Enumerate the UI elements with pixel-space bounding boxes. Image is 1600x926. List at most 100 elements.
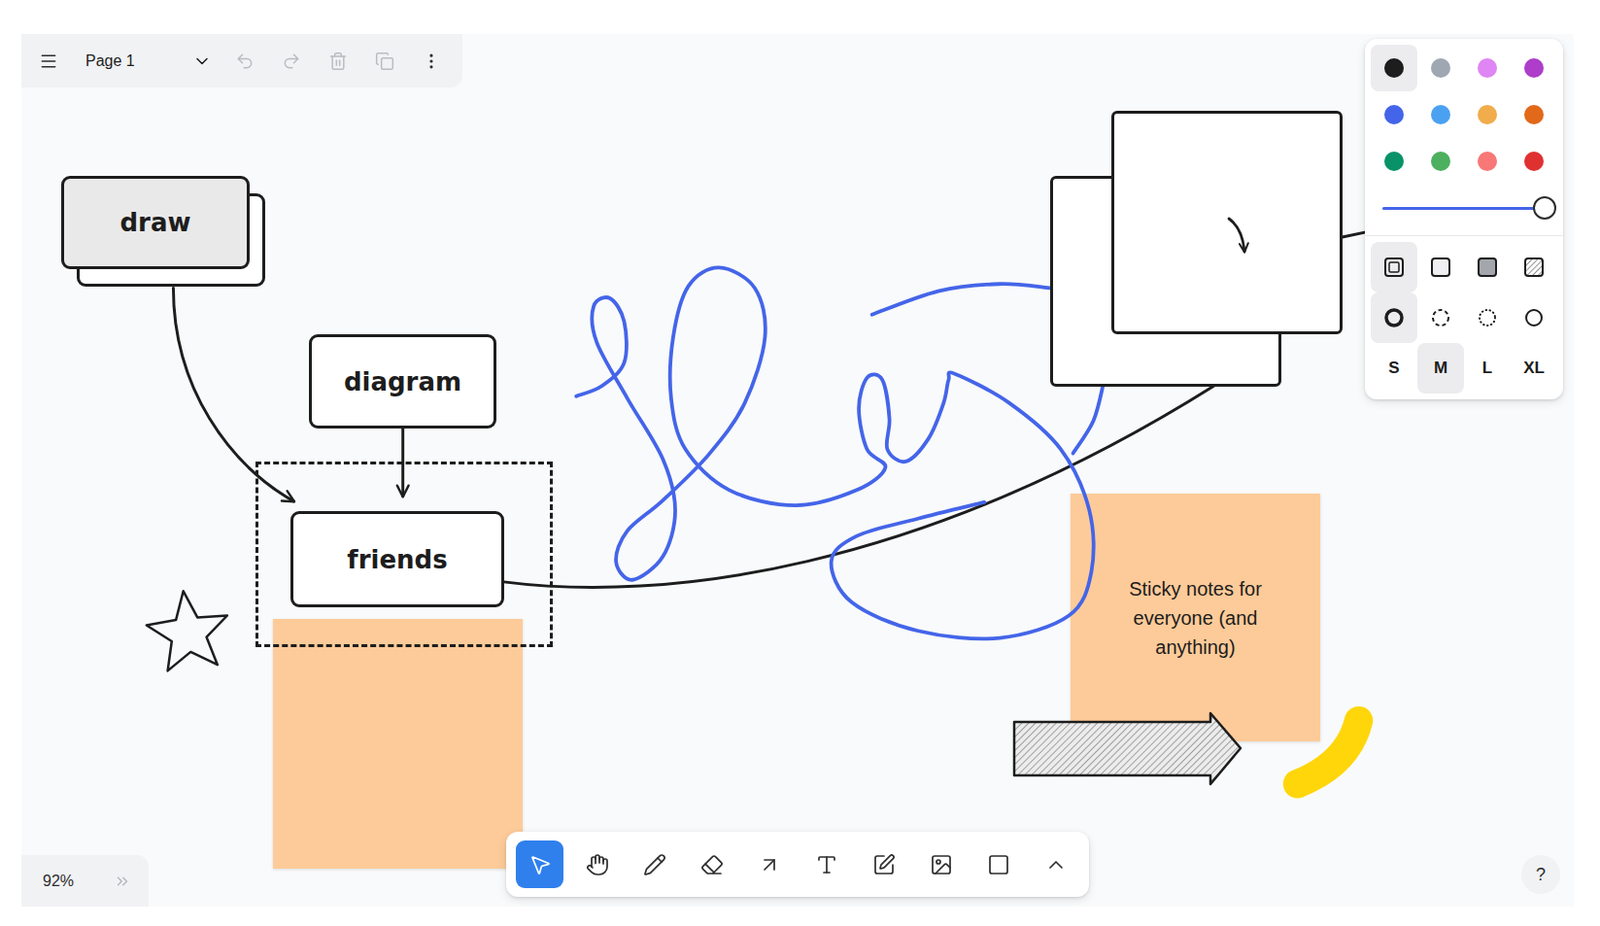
fill-pattern-icon bbox=[1523, 256, 1545, 278]
sticky-note[interactable] bbox=[272, 618, 523, 869]
menu-panel: Page 1 bbox=[21, 34, 463, 88]
color-dot bbox=[1384, 151, 1404, 171]
freehand-stroke[interactable] bbox=[576, 267, 1094, 639]
rectangle-tool-button[interactable] bbox=[974, 840, 1022, 888]
app: Sticky notes for everyone (and anything)… bbox=[0, 0, 1600, 926]
color-dot bbox=[1430, 151, 1451, 171]
dash-draw-icon bbox=[1383, 306, 1405, 329]
eraser-icon bbox=[700, 852, 724, 877]
size-option[interactable]: S bbox=[1370, 342, 1418, 394]
fill-option[interactable] bbox=[1510, 241, 1558, 293]
color-grid bbox=[1370, 44, 1558, 185]
freehand-stroke[interactable] bbox=[872, 283, 1052, 315]
dash-solid-icon bbox=[1523, 306, 1545, 329]
size-label: XL bbox=[1523, 358, 1545, 378]
size-option[interactable]: M bbox=[1417, 342, 1464, 394]
star-shape[interactable] bbox=[145, 584, 232, 679]
draw-tool-button[interactable] bbox=[630, 840, 679, 888]
color-dot bbox=[1477, 104, 1498, 125]
fill-option[interactable] bbox=[1370, 241, 1418, 293]
duplicate-button[interactable] bbox=[363, 39, 407, 83]
rectangle-box[interactable]: diagram bbox=[308, 334, 497, 429]
hand-tool-button[interactable] bbox=[573, 840, 621, 888]
color-swatch[interactable] bbox=[1510, 91, 1558, 138]
sticky-note-text[interactable]: Sticky notes for everyone (and anything) bbox=[1099, 574, 1292, 662]
canvas[interactable]: Sticky notes for everyone (and anything)… bbox=[21, 34, 1574, 907]
opacity-slider[interactable] bbox=[1370, 184, 1558, 232]
rectangle-box[interactable]: friends bbox=[290, 510, 505, 608]
small-arrow[interactable] bbox=[1219, 208, 1259, 264]
color-dot bbox=[1524, 104, 1544, 125]
stacked-box[interactable]: draw bbox=[61, 175, 250, 270]
zoom-panel: 92% bbox=[21, 854, 149, 907]
eraser-tool-button[interactable] bbox=[687, 840, 736, 888]
color-swatch[interactable] bbox=[1463, 137, 1511, 185]
color-dot bbox=[1430, 104, 1451, 125]
select-icon bbox=[528, 852, 552, 877]
dash-option[interactable] bbox=[1463, 292, 1511, 343]
size-option[interactable]: L bbox=[1463, 342, 1511, 394]
freehand-stroke[interactable] bbox=[1073, 382, 1105, 453]
hatched-arrow-shape[interactable] bbox=[1012, 711, 1243, 786]
delete-button[interactable] bbox=[316, 39, 360, 83]
help-button[interactable]: ? bbox=[1521, 854, 1561, 894]
redo-icon bbox=[281, 51, 302, 71]
color-swatch[interactable] bbox=[1510, 137, 1558, 185]
size-label: S bbox=[1388, 358, 1399, 378]
main-menu-button[interactable] bbox=[27, 39, 70, 83]
size-option[interactable]: XL bbox=[1510, 342, 1558, 394]
more-icon bbox=[421, 51, 442, 71]
color-swatch[interactable] bbox=[1463, 91, 1511, 138]
toolbar bbox=[506, 831, 1090, 897]
text-tool-button[interactable] bbox=[802, 840, 851, 888]
rectangle-icon bbox=[987, 852, 1011, 877]
color-swatch[interactable] bbox=[1417, 44, 1464, 92]
undo-button[interactable] bbox=[223, 39, 267, 83]
note-tool-button[interactable] bbox=[859, 840, 908, 888]
color-swatch[interactable] bbox=[1463, 44, 1511, 92]
more-tool-button[interactable] bbox=[1031, 840, 1080, 888]
select-tool-button[interactable] bbox=[515, 840, 564, 888]
hand-icon bbox=[585, 852, 610, 877]
highlighter-stroke[interactable] bbox=[1297, 720, 1360, 784]
color-dot bbox=[1524, 151, 1544, 171]
color-swatch[interactable] bbox=[1417, 137, 1464, 185]
slider-knob[interactable] bbox=[1532, 196, 1557, 220]
zoom-level[interactable]: 92% bbox=[42, 872, 74, 890]
fill-option[interactable] bbox=[1417, 241, 1464, 293]
connector-arrow[interactable] bbox=[172, 287, 294, 501]
text-icon bbox=[815, 852, 839, 877]
asset-tool-button[interactable] bbox=[917, 840, 965, 888]
color-swatch[interactable] bbox=[1370, 44, 1418, 92]
chevron-down-icon bbox=[192, 51, 212, 71]
color-dot bbox=[1524, 58, 1544, 78]
arrow-tool-button[interactable] bbox=[745, 840, 793, 888]
redo-button[interactable] bbox=[270, 39, 313, 83]
chevrons-right-icon[interactable] bbox=[113, 872, 132, 890]
shape-label[interactable]: friends bbox=[346, 544, 447, 575]
color-swatch[interactable] bbox=[1370, 137, 1418, 185]
square-shape[interactable] bbox=[1111, 110, 1343, 335]
asset-icon bbox=[929, 852, 954, 877]
size-options: SML XL bbox=[1370, 342, 1558, 394]
shape-label[interactable]: diagram bbox=[343, 367, 462, 397]
undo-icon bbox=[235, 51, 255, 71]
dash-option[interactable] bbox=[1510, 292, 1558, 343]
page-select[interactable]: Page 1 bbox=[73, 39, 220, 83]
more-button[interactable] bbox=[409, 39, 453, 83]
divider bbox=[1364, 235, 1564, 237]
more-icon bbox=[1044, 852, 1068, 877]
connector-line[interactable] bbox=[504, 385, 1215, 587]
dash-option[interactable] bbox=[1417, 292, 1464, 343]
dash-option[interactable] bbox=[1370, 292, 1418, 343]
shape-label[interactable]: draw bbox=[120, 207, 192, 238]
fill-option[interactable] bbox=[1463, 241, 1511, 293]
hamburger-icon bbox=[38, 51, 59, 71]
color-swatch[interactable] bbox=[1510, 44, 1558, 92]
duplicate-icon bbox=[374, 51, 395, 71]
color-swatch[interactable] bbox=[1417, 91, 1464, 138]
style-panel: SML XL bbox=[1364, 38, 1564, 400]
slider-track[interactable] bbox=[1382, 206, 1544, 210]
color-swatch[interactable] bbox=[1370, 91, 1418, 138]
sticky-note[interactable]: Sticky notes for everyone (and anything) bbox=[1070, 493, 1321, 742]
